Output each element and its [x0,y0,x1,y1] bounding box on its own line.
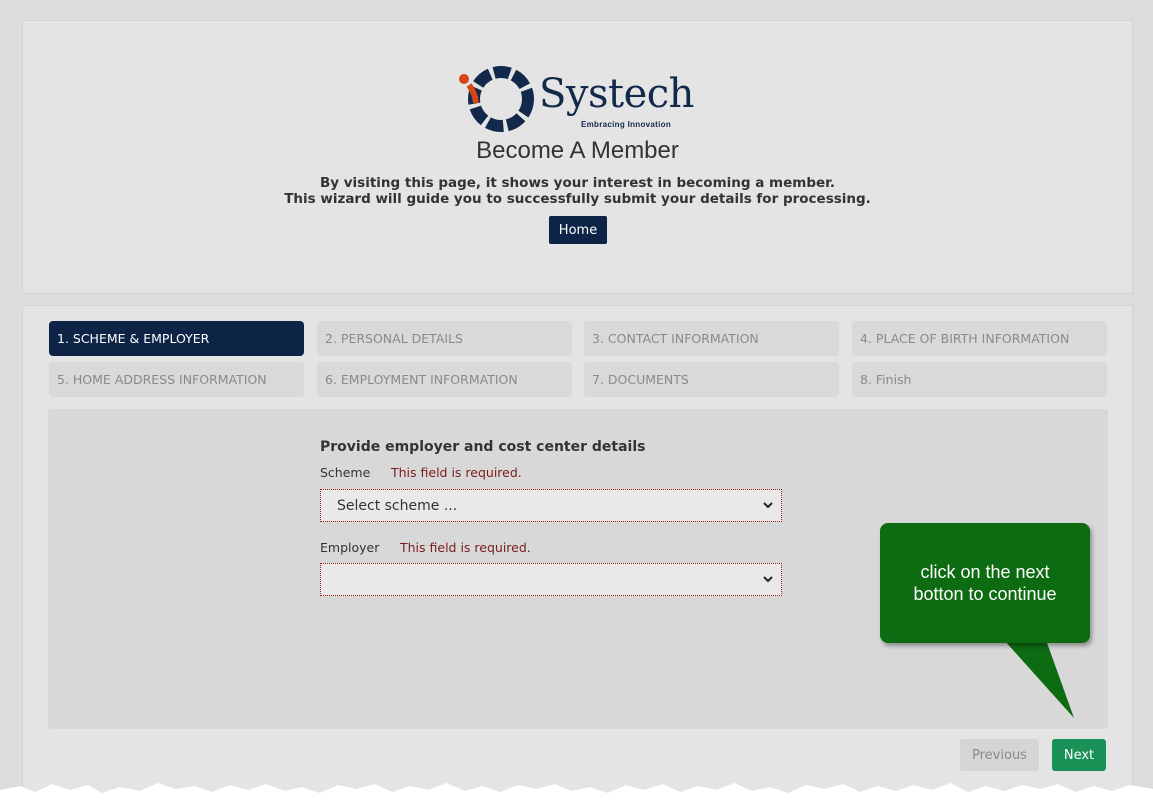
intro-line-2: This wizard will guide you to successful… [284,191,871,207]
scheme-label: Scheme [320,465,371,480]
scheme-error: This field is required. [391,465,522,480]
step-home-address[interactable]: 5. HOME ADDRESS INFORMATION [49,362,304,397]
home-button[interactable]: Home [549,216,607,244]
employer-select[interactable] [320,563,782,596]
chevron-down-icon [763,502,773,509]
logo-tagline: Embracing Innovation [581,120,672,129]
step-contact-information[interactable]: 3. CONTACT INFORMATION [584,321,839,356]
step-personal-details[interactable]: 2. PERSONAL DETAILS [317,321,572,356]
header-panel: Systech Embracing Innovation Become A Me… [22,20,1133,294]
logo-ring-icon [459,66,534,132]
scheme-select[interactable]: Select scheme ... [320,489,782,522]
tutorial-callout: click on the next botton to continue [880,523,1090,643]
callout-line-1: click on the next [920,562,1050,582]
scheme-select-value: Select scheme ... [337,497,458,514]
previous-button[interactable]: Previous [960,739,1039,771]
page-title: Become A Member [476,137,679,164]
chevron-down-icon [763,576,773,583]
step-place-of-birth[interactable]: 4. PLACE OF BIRTH INFORMATION [852,321,1107,356]
step-employment-information[interactable]: 6. EMPLOYMENT INFORMATION [317,362,572,397]
torn-edge [0,783,1153,812]
callout-tail [1004,640,1074,718]
callout-line-2: botton to continue [913,584,1057,604]
step-finish[interactable]: 8. Finish [852,362,1107,397]
intro-line-1: By visiting this page, it shows your int… [319,175,836,191]
intro-text: By visiting this page, it shows your int… [23,175,1132,207]
employer-error: This field is required. [400,540,531,555]
step-documents[interactable]: 7. DOCUMENTS [584,362,839,397]
form-title: Provide employer and cost center details [320,439,646,455]
logo-wordmark: Systech [539,71,694,117]
next-button[interactable]: Next [1052,739,1106,771]
step-scheme-employer[interactable]: 1. SCHEME & EMPLOYER [49,321,304,356]
employer-label: Employer [320,540,380,555]
